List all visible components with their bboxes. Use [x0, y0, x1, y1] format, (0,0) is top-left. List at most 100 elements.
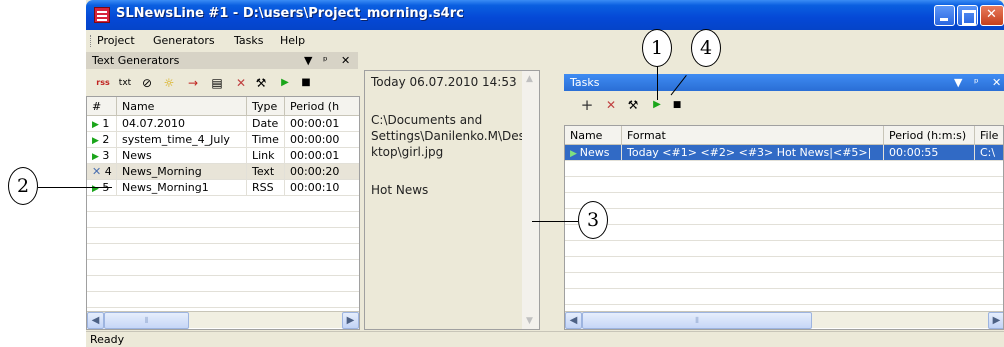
panel-close-icon[interactable]: ✕	[341, 54, 350, 67]
empty-row	[87, 212, 359, 228]
tasks-column-period[interactable]: Period (h:m:s)	[884, 126, 975, 145]
tasks-panel-title: Tasks ▼ ᵖ ✕	[564, 74, 1004, 91]
table-header: # Name Type Period (h	[87, 97, 359, 116]
tasks-scroll-left-button[interactable]: ◀	[565, 312, 582, 329]
menu-generators[interactable]: Generators	[153, 34, 215, 47]
cell-number: ▶ 3	[87, 148, 117, 164]
tasks-panel-menu-icon[interactable]: ▼	[954, 76, 962, 89]
row-type: Date	[247, 116, 285, 132]
scroll-down-icon[interactable]: ▼	[526, 316, 533, 326]
running-state-icon: ▶	[570, 149, 580, 159]
clock-add-icon[interactable]: ⊘	[138, 75, 156, 91]
menubar-grip	[90, 35, 92, 47]
cell-number: ✕ 4	[87, 164, 117, 180]
close-window-button[interactable]	[980, 5, 1004, 26]
preview-path-line-2: Settings\Danilenko.M\Des	[371, 129, 525, 143]
table-row[interactable]: ✕ 4 News_Morning Text 00:00:20	[87, 164, 359, 180]
column-header-period[interactable]: Period (h	[285, 97, 359, 116]
empty-row	[565, 289, 1003, 305]
sun-add-icon[interactable]: ☼	[160, 75, 178, 91]
row-period: 00:00:00	[285, 132, 359, 148]
menu-help[interactable]: Help	[280, 34, 305, 47]
scroll-right-button[interactable]: ▶	[342, 312, 359, 329]
cell-number: ▶ 1	[87, 116, 117, 132]
tasks-column-name[interactable]: Name	[565, 126, 622, 145]
tasks-scroll-thumb[interactable]: ⦀	[582, 312, 812, 329]
table-row[interactable]: ▶ 5News_Morning1RSS00:00:10	[87, 180, 359, 196]
app-icon	[94, 7, 110, 23]
tasks-panel-close-icon[interactable]: ✕	[992, 76, 1001, 89]
empty-row	[87, 196, 359, 212]
row-period: 00:00:01	[285, 116, 359, 132]
tasks-pin-icon[interactable]: ᵖ	[974, 76, 979, 89]
row-period: 00:00:10	[285, 180, 359, 196]
task-row[interactable]: ▶ News Today <#1> <#2> <#3> Hot News|<#5>…	[565, 145, 1003, 161]
preview-path-line-1: C:\Documents and	[371, 113, 483, 127]
add-icon[interactable]: +	[578, 97, 596, 113]
panel-menu-icon[interactable]: ▼	[304, 54, 312, 67]
text-generators-panel-title: Text Generators ▼ ᵖ ✕	[86, 52, 358, 69]
table-row[interactable]: ▶ 2 system_time_4_July Time 00:00:00	[87, 132, 359, 148]
scroll-up-icon[interactable]: ▲	[526, 74, 533, 84]
pin-icon[interactable]: ᵖ	[323, 54, 328, 67]
tasks-horizontal-scrollbar[interactable]: ◀ ⦀ ▶	[565, 311, 1003, 329]
row-name: system_time_4_July	[117, 132, 247, 148]
tasks-column-file[interactable]: File	[975, 126, 1003, 145]
empty-row	[565, 225, 1003, 241]
delete-icon[interactable]: ✕	[232, 75, 250, 91]
row-type: Time	[247, 132, 285, 148]
preview-scrollbar[interactable]: ▲ ▼	[522, 71, 539, 329]
row-type: Link	[247, 148, 285, 164]
table-row[interactable]: ▶ 3 News Link 00:00:01	[87, 148, 359, 164]
table-row[interactable]: ▶ 1 04.07.2010 Date 00:00:01	[87, 116, 359, 132]
row-name: 04.07.2010	[117, 116, 247, 132]
tasks-scroll-right-button[interactable]: ▶	[988, 312, 1003, 329]
task-delete-icon[interactable]: ✕	[602, 97, 620, 113]
tasks-toolbar: + ✕ ⚒ ▶ ■	[564, 92, 1004, 118]
tasks-column-format[interactable]: Format	[622, 126, 884, 145]
maximize-button[interactable]	[957, 5, 978, 26]
row-name: News_Morning	[117, 164, 247, 180]
column-header-name[interactable]: Name	[117, 97, 247, 116]
row-name: News_Morning1	[117, 180, 247, 196]
rss-add-icon[interactable]: rss	[94, 75, 112, 91]
column-header-number[interactable]: #	[87, 97, 117, 116]
callout-3-leader	[532, 221, 578, 222]
menu-tasks[interactable]: Tasks	[234, 34, 263, 47]
menu-project[interactable]: Project	[97, 34, 135, 47]
text-generators-title: Text Generators	[92, 54, 180, 67]
stop-icon[interactable]: ■	[297, 75, 315, 91]
tools-icon[interactable]: ⚒	[252, 75, 270, 91]
row-period: 00:00:01	[285, 148, 359, 164]
running-state-icon: ▶	[92, 184, 99, 194]
empty-row	[87, 228, 359, 244]
scroll-left-button[interactable]: ◀	[87, 312, 104, 329]
window-title: SLNewsLine #1 - D:\users\Project_morning…	[116, 6, 464, 21]
row-period: 00:00:20	[285, 164, 359, 180]
row-number: 3	[98, 149, 110, 162]
cell-number: ▶ 2	[87, 132, 117, 148]
title-bar[interactable]: SLNewsLine #1 - D:\users\Project_morning…	[86, 0, 1004, 30]
task-name-cell: ▶ News	[565, 145, 622, 161]
preview-pane: Today 06.07.2010 14:53 C:\Documents and …	[364, 70, 540, 330]
txt-add-icon[interactable]: txt	[116, 75, 134, 91]
status-bar: Ready	[86, 331, 1004, 347]
minimize-button[interactable]	[934, 5, 955, 26]
row-name: News	[117, 148, 247, 164]
column-header-type[interactable]: Type	[247, 97, 285, 116]
text-generators-table: # Name Type Period (h ▶ 1 04.07.2010 Date 0…	[86, 96, 360, 330]
application-window: SLNewsLine #1 - D:\users\Project_morning…	[86, 0, 1004, 347]
empty-row	[565, 193, 1003, 209]
preview-hot-news: Hot News	[371, 183, 429, 197]
play-icon[interactable]: ▶	[276, 75, 294, 91]
preview-date-line: Today 06.07.2010 14:53	[371, 75, 517, 89]
link-add-icon[interactable]: →	[184, 75, 202, 91]
task-tools-icon[interactable]: ⚒	[624, 97, 642, 113]
scroll-thumb[interactable]: ⦀	[104, 312, 189, 329]
tasks-table-header: Name Format Period (h:m:s) File	[565, 126, 1003, 145]
row-number: 2	[98, 133, 110, 146]
horizontal-scrollbar[interactable]: ◀ ⦀ ▶	[87, 311, 359, 329]
empty-row	[565, 257, 1003, 273]
task-stop-icon[interactable]: ■	[668, 97, 686, 113]
calendar-add-icon[interactable]: ▤	[208, 75, 226, 91]
